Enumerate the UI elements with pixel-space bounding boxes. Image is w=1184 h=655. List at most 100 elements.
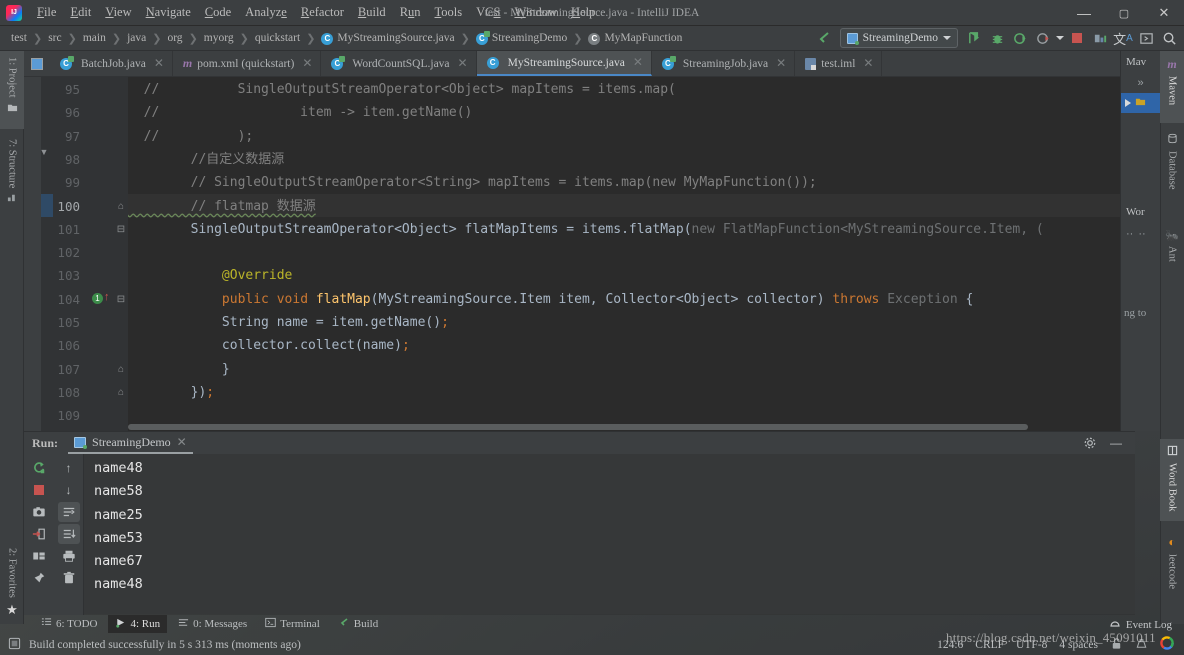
- hector-icon[interactable]: [1135, 637, 1148, 653]
- toolwindow-messages[interactable]: 0: Messages: [171, 615, 254, 633]
- indent-setting[interactable]: 4 spaces: [1059, 639, 1098, 651]
- minimize-icon[interactable]: —: [1105, 433, 1127, 453]
- update-project-button[interactable]: [1089, 27, 1111, 49]
- file-encoding[interactable]: UTF-8: [1016, 639, 1047, 651]
- menu-edit[interactable]: Edit: [63, 2, 98, 23]
- profiler-button[interactable]: [1032, 27, 1054, 49]
- breadcrumb-item-quickstart[interactable]: quickstart: [250, 30, 305, 46]
- menu-navigate[interactable]: Navigate: [139, 2, 198, 23]
- caret-position[interactable]: 124:6: [937, 639, 963, 651]
- code-text[interactable]: // SingleOutputStreamOperator<Object> ma…: [128, 77, 1135, 431]
- breadcrumb-item-test[interactable]: test: [6, 30, 32, 46]
- google-icon[interactable]: [1160, 636, 1174, 653]
- maven-expand-button[interactable]: »: [1121, 73, 1160, 93]
- fold-marker-icon[interactable]: ⌂: [114, 358, 128, 381]
- sidebar-item-favorites[interactable]: 2: Favorites ★: [0, 534, 24, 624]
- translate-button[interactable]: 文A: [1112, 27, 1134, 49]
- stop-button[interactable]: [28, 480, 50, 500]
- clear-all-button[interactable]: [58, 568, 80, 588]
- profiler-dropdown-icon[interactable]: [1055, 27, 1065, 49]
- down-button[interactable]: ↓: [58, 480, 80, 500]
- screenshot-button[interactable]: [28, 502, 50, 522]
- maven-tool-window[interactable]: Mav » Wor ·· ·· ng to: [1120, 51, 1160, 431]
- soft-wrap-button[interactable]: [57, 502, 80, 522]
- menu-code[interactable]: Code: [198, 2, 238, 23]
- tab-test-iml[interactable]: test.iml ✕: [795, 51, 883, 76]
- fold-marker-icon[interactable]: ⌂: [114, 195, 128, 218]
- breadcrumb-item-java[interactable]: java: [122, 30, 151, 46]
- sidebar-item-ant[interactable]: 🐜 Ant: [1160, 223, 1184, 283]
- gear-icon[interactable]: [1079, 433, 1101, 453]
- scroll-to-end-button[interactable]: [57, 524, 80, 544]
- close-icon[interactable]: ✕: [177, 435, 187, 450]
- close-icon[interactable]: ✕: [863, 56, 873, 71]
- breadcrumb-item-myorg[interactable]: myorg: [199, 30, 239, 46]
- breadcrumb-item-src[interactable]: src: [43, 30, 66, 46]
- breadcrumb-item-main[interactable]: main: [78, 30, 111, 46]
- toolwindow-todo[interactable]: 6: TODO: [34, 615, 104, 633]
- run-tab-streamingdemo[interactable]: StreamingDemo ✕: [68, 433, 193, 454]
- sidebar-item-project[interactable]: 1: Project: [0, 51, 24, 129]
- run-button[interactable]: [963, 27, 985, 49]
- menu-help[interactable]: Help: [564, 2, 602, 23]
- sidebar-item-word-book[interactable]: Word Book: [1160, 439, 1184, 521]
- sidebar-item-database[interactable]: Database: [1160, 127, 1184, 219]
- menu-analyze[interactable]: Analyze: [238, 2, 294, 23]
- rerun-button[interactable]: [28, 458, 50, 478]
- menu-run[interactable]: Run: [393, 2, 428, 23]
- menu-refactor[interactable]: Refactor: [294, 2, 351, 23]
- maximize-button[interactable]: ▢: [1104, 0, 1144, 26]
- back-arrow-icon[interactable]: [813, 27, 835, 49]
- close-icon[interactable]: ✕: [458, 56, 468, 71]
- toolwindow-terminal[interactable]: Terminal: [258, 615, 327, 633]
- stop-button[interactable]: [1066, 27, 1088, 49]
- gutter-up-arrow-icon[interactable]: ↑: [104, 291, 110, 303]
- fold-marker-icon[interactable]: ⊟: [114, 288, 128, 311]
- minimize-button[interactable]: —: [1064, 0, 1104, 26]
- maven-tree-row[interactable]: [1121, 93, 1160, 113]
- close-icon[interactable]: ✕: [633, 55, 643, 70]
- wb-button-b[interactable]: ··: [1138, 228, 1145, 240]
- menu-tools[interactable]: Tools: [428, 2, 470, 23]
- export-button[interactable]: [28, 524, 50, 544]
- run-console-output[interactable]: name48 name58 name25 name53 name67 name4…: [84, 454, 1135, 615]
- toolwindow-build[interactable]: Build: [331, 615, 385, 634]
- menu-window[interactable]: Window: [507, 2, 564, 23]
- search-everywhere-button[interactable]: [1158, 27, 1180, 49]
- breadcrumb-item-streamingdemo[interactable]: C StreamingDemo: [471, 30, 572, 47]
- run-configuration-selector[interactable]: StreamingDemo: [839, 28, 958, 48]
- sidebar-item-structure[interactable]: 7: Structure: [0, 133, 24, 225]
- pin-button[interactable]: [28, 568, 50, 588]
- tab-streamingjob[interactable]: C StreamingJob.java ✕: [652, 51, 796, 76]
- unlock-icon[interactable]: [1110, 637, 1123, 653]
- run-tool-window[interactable]: Run: StreamingDemo ✕ — ↑ ↓ name48 name58…: [24, 431, 1135, 615]
- event-log-button[interactable]: Event Log: [1109, 617, 1172, 632]
- close-button[interactable]: ✕: [1144, 0, 1184, 26]
- menu-file[interactable]: File: [30, 2, 63, 23]
- wb-button-a[interactable]: ··: [1126, 228, 1133, 240]
- sidebar-item-leetcode[interactable]: ◐ leetcode: [1160, 529, 1184, 607]
- layout-button[interactable]: [28, 546, 50, 566]
- fold-marker-icon[interactable]: ⌂: [114, 381, 128, 404]
- tab-wordcountsql[interactable]: C WordCountSQL.java ✕: [321, 51, 477, 76]
- tab-batchjob[interactable]: C BatchJob.java ✕: [50, 51, 173, 76]
- menu-build[interactable]: Build: [351, 2, 393, 23]
- menu-vcs[interactable]: VCS: [469, 2, 507, 23]
- breadcrumb-item-mymapfunction[interactable]: C MyMapFunction: [583, 30, 687, 47]
- tab-pom-xml[interactable]: m pom.xml (quickstart) ✕: [173, 51, 322, 76]
- terminal-toolbar-button[interactable]: [1135, 27, 1157, 49]
- toolwindow-run[interactable]: 4: Run: [108, 615, 168, 633]
- editor-horizontal-scrollbar[interactable]: [128, 423, 1073, 431]
- sidebar-item-maven[interactable]: m Maven: [1160, 51, 1184, 123]
- breadcrumb-item-mystreamingsource[interactable]: C MyStreamingSource.java: [316, 30, 459, 47]
- hscrollbar-thumb[interactable]: [128, 424, 1028, 430]
- gutter-inspection-badge[interactable]: 1: [92, 292, 103, 304]
- up-button[interactable]: ↑: [58, 458, 80, 478]
- code-editor[interactable]: ▼ ▶ 9596979899100⌂101⊟102103104⊟1↑105106…: [24, 77, 1135, 461]
- debug-button[interactable]: [986, 27, 1008, 49]
- breadcrumb-item-org[interactable]: org: [162, 30, 187, 46]
- expand-triangle-icon[interactable]: [1125, 99, 1131, 107]
- close-icon[interactable]: ✕: [154, 56, 164, 71]
- select-opened-file-icon[interactable]: [24, 51, 50, 76]
- line-separator[interactable]: CRLF: [975, 639, 1004, 651]
